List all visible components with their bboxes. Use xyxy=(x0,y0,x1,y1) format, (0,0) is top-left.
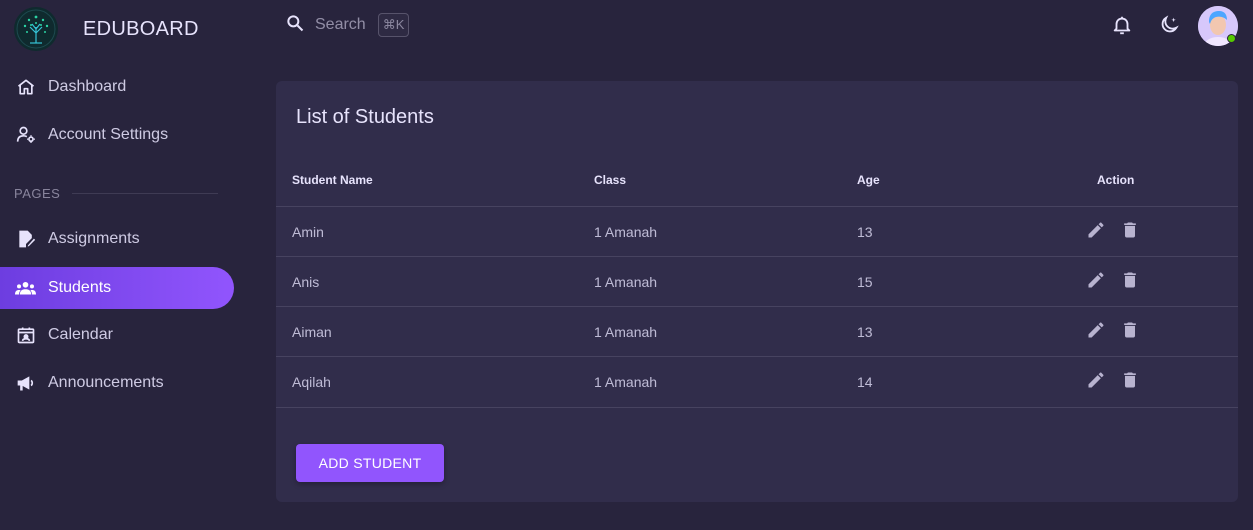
section-label: PAGES xyxy=(14,186,61,201)
search-icon xyxy=(285,13,305,38)
sidebar: EDUBOARD Dashboard Account Settings PAGE… xyxy=(0,0,250,530)
calendar-icon xyxy=(15,325,36,346)
bell-icon[interactable] xyxy=(1110,13,1134,37)
card-title: List of Students xyxy=(296,106,434,128)
home-icon xyxy=(15,77,36,98)
column-header-age: Age xyxy=(857,173,880,187)
students-card: List of Students Student Name Class Age … xyxy=(276,81,1238,502)
search-shortcut-badge: ⌘K xyxy=(377,13,410,37)
edit-icon[interactable] xyxy=(1085,369,1107,391)
table-bottom-divider xyxy=(276,407,1238,408)
cell-student-name: Amin xyxy=(292,224,324,240)
delete-icon[interactable] xyxy=(1119,369,1141,391)
table-row: Amin 1 Amanah 13 xyxy=(276,206,1238,256)
sidebar-item-assignments[interactable]: Assignments xyxy=(0,218,234,260)
cell-age: 13 xyxy=(857,224,873,240)
users-icon xyxy=(15,278,36,299)
cell-student-name: Aqilah xyxy=(292,374,331,390)
add-student-button[interactable]: ADD STUDENT xyxy=(296,444,444,482)
sidebar-item-label: Announcements xyxy=(48,374,164,391)
file-edit-icon xyxy=(15,229,36,250)
column-header-action: Action xyxy=(1097,173,1135,187)
delete-icon[interactable] xyxy=(1119,319,1141,341)
cell-class: 1 Amanah xyxy=(594,224,658,240)
sidebar-item-label: Students xyxy=(48,279,112,296)
table-row: Aiman 1 Amanah 13 xyxy=(276,306,1238,356)
cell-class: 1 Amanah xyxy=(594,374,658,390)
cell-age: 15 xyxy=(857,274,873,290)
tree-logo-icon xyxy=(14,7,58,51)
sidebar-item-dashboard[interactable]: Dashboard xyxy=(0,66,234,108)
sidebar-item-announcements[interactable]: Announcements xyxy=(0,362,234,404)
sidebar-item-label: Dashboard xyxy=(48,78,127,95)
moon-icon[interactable] xyxy=(1157,13,1181,37)
search-label: Search xyxy=(315,16,366,33)
cell-student-name: Anis xyxy=(292,274,320,290)
cell-age: 14 xyxy=(857,374,873,390)
column-header-student-name: Student Name xyxy=(292,173,373,187)
edit-icon[interactable] xyxy=(1085,219,1107,241)
sidebar-item-calendar[interactable]: Calendar xyxy=(0,314,234,356)
delete-icon[interactable] xyxy=(1119,269,1141,291)
delete-icon[interactable] xyxy=(1119,219,1141,241)
edit-icon[interactable] xyxy=(1085,319,1107,341)
table-row: Anis 1 Amanah 15 xyxy=(276,256,1238,306)
account-cog-icon xyxy=(15,125,36,146)
cell-age: 13 xyxy=(857,324,873,340)
megaphone-icon xyxy=(15,373,36,394)
sidebar-item-students[interactable]: Students xyxy=(0,267,234,309)
online-status-badge xyxy=(1227,34,1236,43)
section-header-pages: PAGES xyxy=(14,186,218,201)
sidebar-item-account-settings[interactable]: Account Settings xyxy=(0,114,234,156)
table-row: Aqilah 1 Amanah 14 xyxy=(276,356,1238,406)
cell-student-name: Aiman xyxy=(292,324,332,340)
brand-name: EDUBOARD xyxy=(83,17,199,40)
edit-icon[interactable] xyxy=(1085,269,1107,291)
sidebar-item-label: Account Settings xyxy=(48,126,169,143)
sidebar-item-label: Calendar xyxy=(48,326,113,343)
column-header-class: Class xyxy=(594,173,627,187)
section-divider xyxy=(72,193,218,194)
brand[interactable]: EDUBOARD xyxy=(14,6,199,52)
sidebar-item-label: Assignments xyxy=(48,230,140,247)
cell-class: 1 Amanah xyxy=(594,324,658,340)
search-trigger[interactable]: Search ⌘K xyxy=(285,12,410,38)
cell-class: 1 Amanah xyxy=(594,274,658,290)
